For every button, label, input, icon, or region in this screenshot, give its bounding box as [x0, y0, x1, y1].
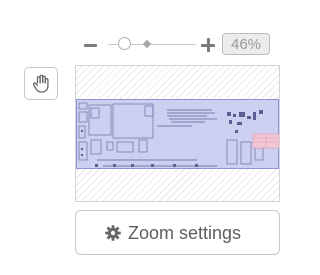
- document-preview[interactable]: [75, 65, 280, 202]
- schematic-thumbnail: [78, 102, 279, 167]
- zoom-panel: 46% Zoom settings: [0, 0, 284, 275]
- visible-area-indicator[interactable]: [76, 99, 279, 169]
- hand-icon: [33, 74, 49, 93]
- zoom-in-icon[interactable]: [199, 36, 217, 54]
- zoom-settings-button[interactable]: Zoom settings: [75, 210, 280, 255]
- zoom-controls: 46%: [82, 33, 282, 57]
- zoom-settings-label: Zoom settings: [128, 223, 242, 243]
- zoom-level-readout[interactable]: 46%: [222, 33, 270, 55]
- zoom-default-marker: [142, 39, 152, 49]
- gear-icon: [105, 225, 121, 241]
- zoom-out-icon[interactable]: [82, 36, 100, 54]
- zoom-slider-handle[interactable]: [118, 37, 131, 50]
- pan-tool-button[interactable]: [24, 67, 58, 100]
